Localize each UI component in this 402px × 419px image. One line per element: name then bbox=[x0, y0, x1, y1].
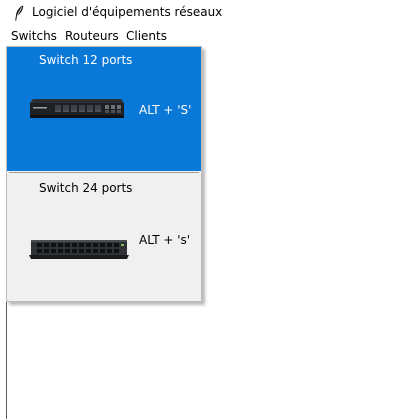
app-window: Logiciel d'équipements réseaux Switchs R… bbox=[0, 0, 402, 419]
menu-item-label: Switch 24 ports bbox=[39, 181, 133, 195]
menu-item-label: Switch 12 ports bbox=[39, 53, 133, 67]
menu-item-switch-12-ports[interactable]: Switch 12 ports ALT + 'S' bbox=[7, 47, 201, 171]
menu-item-shortcut: ALT + 'S' bbox=[139, 103, 192, 117]
switch-24-ports-image bbox=[29, 240, 129, 259]
feather-icon bbox=[15, 5, 24, 21]
window-title: Logiciel d'équipements réseaux bbox=[32, 5, 223, 19]
menu-bar: Switchs Routeurs Clients bbox=[0, 27, 402, 46]
menu-item-shortcut: ALT + 's' bbox=[139, 233, 191, 247]
switchs-dropdown-menu: Switch 12 ports ALT + 'S' Switch 24 port… bbox=[6, 46, 202, 302]
menu-separator bbox=[9, 172, 199, 173]
menu-item-switch-24-ports[interactable]: Switch 24 ports ALT + 's' bbox=[7, 175, 201, 299]
menu-clients[interactable]: Clients bbox=[126, 29, 167, 43]
switch-12-ports-image bbox=[30, 99, 124, 118]
menu-routeurs[interactable]: Routeurs bbox=[65, 29, 119, 43]
title-bar: Logiciel d'équipements réseaux bbox=[0, 0, 402, 26]
menu-switchs[interactable]: Switchs bbox=[11, 29, 57, 43]
